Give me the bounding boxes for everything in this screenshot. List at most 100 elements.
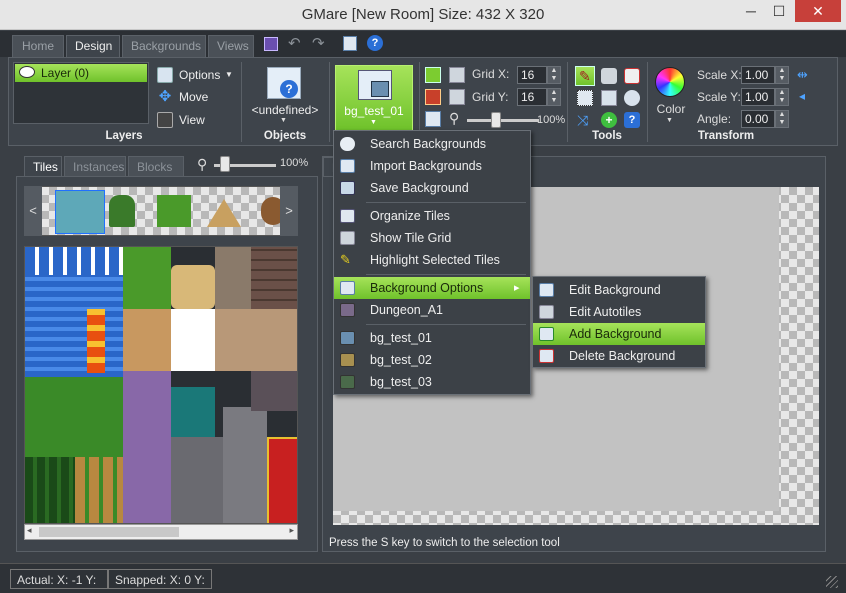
color-wheel-icon[interactable] bbox=[655, 67, 685, 97]
menu-search-backgrounds[interactable]: Search Backgrounds bbox=[334, 133, 530, 155]
tile-palette-scrollbar[interactable]: ◂ ▸ bbox=[24, 524, 298, 540]
menu-delete-background[interactable]: Delete Background bbox=[533, 345, 705, 367]
grid-y-stepper[interactable]: ▲ ▼ bbox=[547, 88, 561, 106]
eye-icon[interactable] bbox=[19, 66, 35, 78]
grid-y-input[interactable]: 16 bbox=[517, 88, 547, 106]
menu-add-background[interactable]: Add Background bbox=[533, 323, 705, 345]
grid-x-input[interactable]: 16 bbox=[517, 66, 547, 84]
scale-x-stepper[interactable]: ▲ ▼ bbox=[775, 66, 789, 84]
tile-tower[interactable] bbox=[223, 407, 267, 523]
tile-purple-stone[interactable] bbox=[123, 371, 171, 523]
help-icon[interactable]: ? bbox=[367, 35, 383, 51]
tile-cobble[interactable] bbox=[215, 247, 251, 309]
menu-edit-autotiles[interactable]: Edit Autotiles bbox=[533, 301, 705, 323]
tile-snow[interactable] bbox=[171, 309, 215, 371]
tile-dirt[interactable] bbox=[123, 309, 171, 371]
ellipse-tool-icon[interactable] bbox=[624, 90, 640, 106]
tileset-strip[interactable] bbox=[24, 186, 298, 236]
color-label[interactable]: Color bbox=[653, 102, 689, 116]
tile-grass-block[interactable] bbox=[123, 247, 171, 309]
add-icon[interactable]: + bbox=[601, 112, 617, 128]
shuffle-icon[interactable]: ⤨ bbox=[577, 112, 588, 129]
menu-dungeon-a1[interactable]: Dungeon_A1 bbox=[334, 299, 530, 321]
tile-carpet[interactable] bbox=[267, 437, 297, 523]
rectangle-tool-icon[interactable] bbox=[601, 90, 617, 106]
zoom-slider[interactable] bbox=[467, 119, 539, 122]
layer-item[interactable]: Layer (0) bbox=[15, 64, 147, 82]
save-icon[interactable] bbox=[264, 37, 278, 51]
tile-sand-mound[interactable] bbox=[207, 199, 241, 227]
grid-x-stepper[interactable]: ▲ ▼ bbox=[547, 66, 561, 84]
scroll-right-icon[interactable]: ▸ bbox=[289, 525, 294, 536]
tab-instances[interactable]: Instances bbox=[64, 156, 126, 176]
object-selector[interactable]: <undefined> bbox=[247, 103, 323, 117]
select-tool-icon[interactable] bbox=[577, 90, 593, 106]
object-image-icon[interactable]: ? bbox=[267, 67, 301, 99]
tab-tiles[interactable]: Tiles bbox=[24, 156, 62, 176]
image-icon[interactable] bbox=[425, 111, 441, 127]
menu-import-backgrounds[interactable]: Import Backgrounds bbox=[334, 155, 530, 177]
tile-palette[interactable] bbox=[24, 246, 298, 524]
tile-hills[interactable] bbox=[75, 457, 123, 523]
tab-views[interactable]: Views bbox=[208, 35, 254, 57]
snap-icon[interactable] bbox=[425, 89, 441, 105]
tile-stone-wall[interactable] bbox=[171, 437, 223, 523]
menu-edit-background[interactable]: Edit Background bbox=[533, 279, 705, 301]
scale-y-input[interactable]: 1.00 bbox=[741, 88, 775, 106]
tab-home[interactable]: Home bbox=[12, 35, 64, 57]
tab-blocks[interactable]: Blocks bbox=[128, 156, 184, 176]
tile-water[interactable] bbox=[55, 190, 105, 234]
zoom-slider-thumb[interactable] bbox=[491, 112, 501, 128]
menu-bg-test-01[interactable]: bg_test_01 bbox=[334, 327, 530, 349]
tiles-zoom-thumb[interactable] bbox=[220, 156, 230, 172]
menu-bg-test-02[interactable]: bg_test_02 bbox=[334, 349, 530, 371]
tile-tree[interactable] bbox=[109, 195, 135, 227]
tile-dark-stone[interactable] bbox=[251, 371, 297, 411]
scale-y-stepper[interactable]: ▲ ▼ bbox=[775, 88, 789, 106]
minimize-button[interactable]: ─ bbox=[738, 0, 764, 22]
tab-design[interactable]: Design bbox=[66, 35, 120, 58]
tab-backgrounds[interactable]: Backgrounds bbox=[122, 35, 206, 57]
redo-icon[interactable]: ↷ bbox=[312, 34, 325, 52]
background-selector-button[interactable]: bg_test_01 ▼ bbox=[335, 65, 413, 131]
tileset-next-button[interactable]: > bbox=[280, 186, 298, 236]
tile-forest[interactable] bbox=[25, 457, 75, 523]
tile-waterfall[interactable] bbox=[25, 247, 123, 275]
menu-show-tile-grid[interactable]: Show Tile Grid bbox=[334, 227, 530, 249]
tile-sand-block[interactable] bbox=[171, 265, 215, 309]
layer-list[interactable]: Layer (0) bbox=[13, 62, 149, 124]
pencil-tool-button[interactable]: ✎ bbox=[575, 66, 595, 86]
tile-rock-floor[interactable] bbox=[215, 309, 297, 371]
menu-background-options[interactable]: Background Options ▸ bbox=[334, 277, 530, 299]
grid-size-icon[interactable] bbox=[449, 89, 465, 105]
angle-stepper[interactable]: ▲ ▼ bbox=[775, 110, 789, 128]
menu-organize-tiles[interactable]: Organize Tiles bbox=[334, 205, 530, 227]
menu-save-background[interactable]: Save Background bbox=[334, 177, 530, 199]
tile-grass[interactable] bbox=[157, 195, 191, 227]
grid-pattern-icon[interactable] bbox=[449, 67, 465, 83]
maximize-button[interactable]: ☐ bbox=[766, 0, 792, 22]
menu-highlight-selected-tiles[interactable]: ✎ Highlight Selected Tiles bbox=[334, 249, 530, 271]
eraser-icon[interactable] bbox=[601, 68, 617, 84]
view-button[interactable]: View bbox=[157, 110, 227, 130]
help-tool-icon[interactable]: ? bbox=[624, 112, 640, 128]
move-button[interactable]: ✥ Move bbox=[157, 87, 227, 107]
options-button[interactable]: Options ▼ bbox=[157, 65, 237, 85]
book-icon[interactable] bbox=[343, 36, 357, 51]
close-button[interactable]: ✕ bbox=[795, 0, 841, 22]
grid-toggle-icon[interactable] bbox=[425, 67, 441, 83]
clear-icon[interactable] bbox=[624, 68, 640, 84]
scroll-left-icon[interactable]: ◂ bbox=[27, 525, 32, 536]
scrollbar-thumb[interactable] bbox=[39, 527, 179, 537]
tile-brick[interactable] bbox=[251, 247, 297, 309]
tile-teal-floor[interactable] bbox=[171, 387, 215, 437]
resize-grip-icon[interactable] bbox=[826, 576, 838, 588]
flip-vertical-icon[interactable]: ◂ bbox=[799, 89, 805, 103]
menu-bg-test-03[interactable]: bg_test_03 bbox=[334, 371, 530, 393]
tileset-prev-button[interactable]: < bbox=[24, 186, 42, 236]
flip-horizontal-icon[interactable]: ⇹ bbox=[797, 67, 808, 83]
angle-input[interactable]: 0.00 bbox=[741, 110, 775, 128]
scale-x-input[interactable]: 1.00 bbox=[741, 66, 775, 84]
undo-icon[interactable]: ↶ bbox=[288, 34, 301, 52]
tile-lava[interactable] bbox=[87, 309, 105, 373]
